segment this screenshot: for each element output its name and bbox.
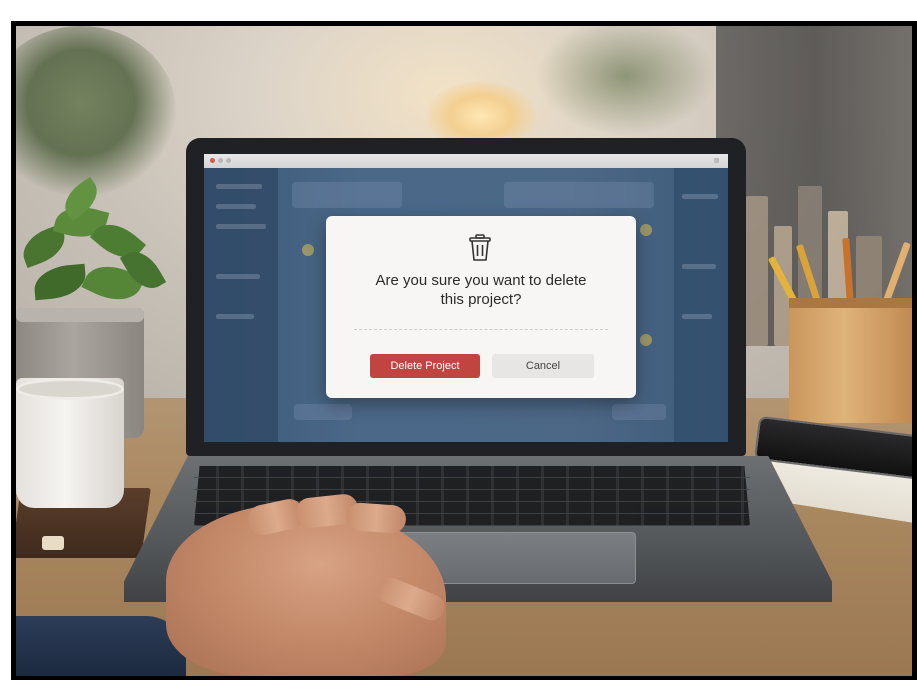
window-menu-icon[interactable] <box>714 158 719 163</box>
wooden-pen-holder <box>789 298 912 423</box>
dialog-title-line-1: Are you sure you want to delete <box>375 272 587 289</box>
pen-holder-rim <box>789 298 912 308</box>
close-window-icon[interactable] <box>210 158 215 163</box>
laptop-screen: Are you sure you want to delete this pro… <box>204 154 728 442</box>
notebook-tab <box>42 536 64 550</box>
browser-title-bar <box>204 154 728 168</box>
cancel-button[interactable]: Cancel <box>492 354 594 378</box>
shelf-book <box>746 196 768 346</box>
trash-icon <box>469 234 491 261</box>
delete-project-button[interactable]: Delete Project <box>370 354 480 378</box>
desk-scene: Are you sure you want to delete this pro… <box>16 26 912 676</box>
photo-frame: Are you sure you want to delete this pro… <box>11 21 917 680</box>
dialog-title: Are you sure you want to delete this pro… <box>346 271 616 309</box>
laptop-lid: Are you sure you want to delete this pro… <box>186 138 746 456</box>
dialog-divider <box>354 329 608 330</box>
plant-pot-rim <box>16 308 144 322</box>
delete-confirmation-dialog: Are you sure you want to delete this pro… <box>326 216 636 398</box>
dialog-title-line-2: this project? <box>440 291 522 308</box>
minimize-window-icon[interactable] <box>218 158 223 163</box>
coffee-mug-rim <box>16 378 124 400</box>
finger <box>345 501 407 535</box>
maximize-window-icon[interactable] <box>226 158 231 163</box>
shirt-sleeve <box>16 616 186 676</box>
coffee-mug <box>16 378 124 508</box>
